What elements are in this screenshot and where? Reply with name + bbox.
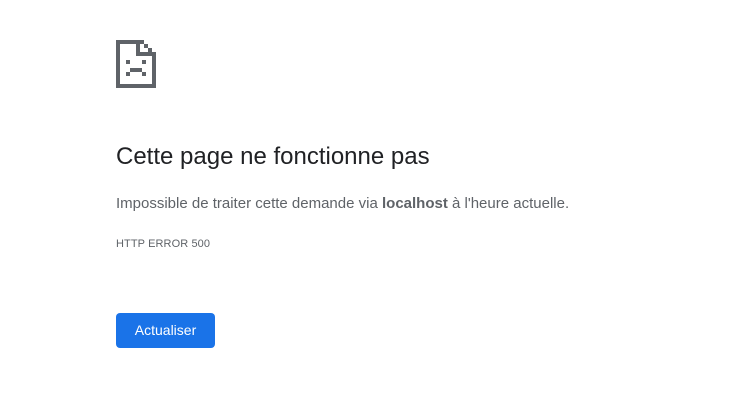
error-message-prefix: Impossible de traiter cette demande via [116, 195, 382, 212]
error-message-suffix: à l'heure actuelle. [447, 195, 570, 212]
broken-page-icon [116, 40, 156, 88]
error-message-host: localhost [381, 195, 448, 212]
error-message: Impossible de traiter cette demande via … [116, 193, 569, 215]
reload-button[interactable]: Actualiser [116, 313, 215, 348]
page-title: Cette page ne fonctionne pas [116, 143, 430, 170]
error-code: HTTP ERROR 500 [116, 238, 211, 250]
